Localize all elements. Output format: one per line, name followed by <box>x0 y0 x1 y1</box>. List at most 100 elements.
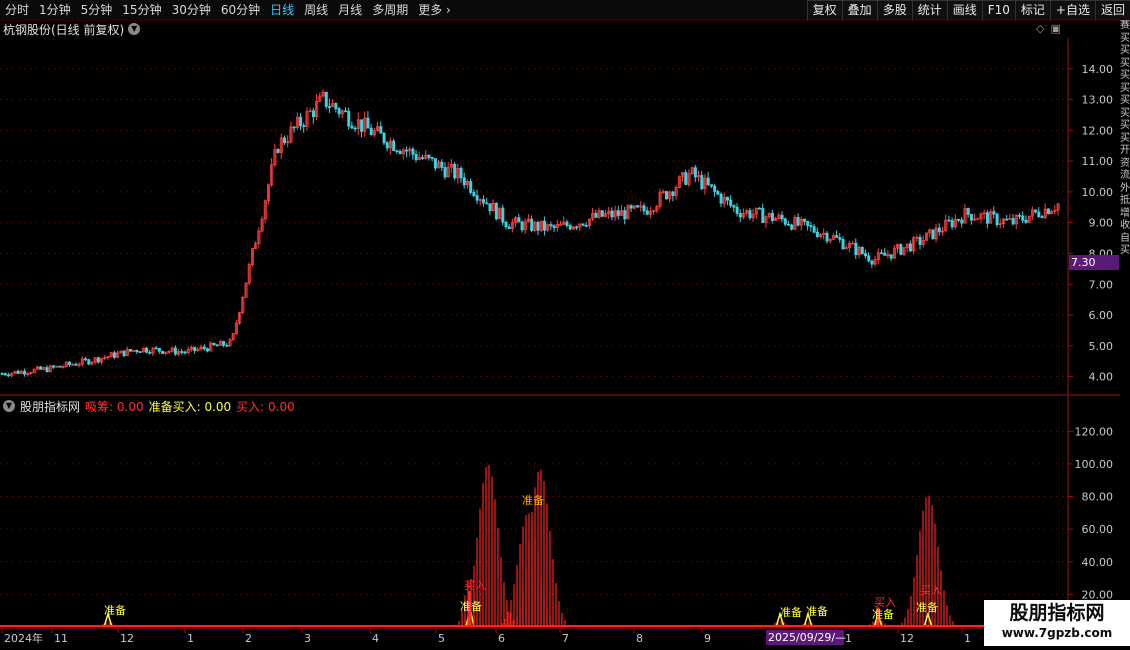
candle-body <box>780 214 784 220</box>
candle-body <box>411 148 415 155</box>
candle-body <box>344 110 348 113</box>
candle-body <box>883 252 887 256</box>
candle-body <box>1018 214 1022 217</box>
time-tick-label: 8 <box>636 632 643 645</box>
indicator-annotation: 买入 <box>464 579 486 592</box>
strip-char: 流 <box>1120 170 1130 181</box>
candle-body <box>292 126 296 129</box>
candle-body <box>543 220 547 231</box>
candle-body <box>854 242 858 256</box>
candle-body <box>122 350 126 357</box>
candle-body <box>584 224 588 227</box>
candle-body <box>302 125 306 128</box>
candle-body <box>738 213 742 218</box>
price-tick-label: 10.00 <box>1082 186 1114 199</box>
candle-body <box>430 157 434 159</box>
candle-body <box>709 184 713 187</box>
indicator-tick-label: 40.00 <box>1082 556 1114 569</box>
candle-body <box>838 237 842 240</box>
grid <box>0 68 1068 595</box>
candle-body <box>806 220 810 227</box>
chevron-down-icon[interactable]: ▼ <box>3 400 15 412</box>
chart-area[interactable]: 14.0013.0012.0011.0010.009.008.007.006.0… <box>0 0 1130 650</box>
candle-body <box>392 140 396 152</box>
candle-body <box>725 196 729 201</box>
candle-body <box>443 167 447 178</box>
time-tick-label: 7 <box>562 632 569 645</box>
candle-body <box>966 208 970 215</box>
candle-body <box>504 221 508 228</box>
candle-body <box>758 207 762 210</box>
indicator-value-buy: 买入: 0.00 <box>236 399 295 414</box>
candle-body <box>180 351 184 353</box>
indicator-annotation: 准备 <box>916 600 938 614</box>
candle-body <box>985 212 989 224</box>
strip-char: 资 <box>1120 157 1130 169</box>
candle-body <box>870 260 874 265</box>
candle-body <box>642 205 646 212</box>
candle-body <box>337 108 341 115</box>
candle-body <box>327 106 331 108</box>
candle-body <box>482 199 486 204</box>
candle-body <box>353 127 357 130</box>
strip-char: 自 <box>1120 232 1130 244</box>
strip-char: 买 <box>1120 32 1130 44</box>
candle-body <box>68 361 72 366</box>
candle-body <box>421 157 425 159</box>
candle-body <box>610 210 614 218</box>
candle-body <box>145 347 149 353</box>
candle-body <box>636 205 640 208</box>
candle-body <box>735 206 739 214</box>
time-tick-label: 4 <box>372 632 379 645</box>
candle-body <box>867 255 871 262</box>
candle-body <box>347 110 351 127</box>
candle-body <box>880 252 884 255</box>
candle-body <box>360 119 364 132</box>
strip-char: 买 <box>1120 70 1130 81</box>
indicator-annotation: 准备 <box>460 599 482 613</box>
candle-body <box>783 218 787 225</box>
candle-body <box>889 254 893 259</box>
candle-body <box>976 218 980 221</box>
candle-body <box>616 210 620 216</box>
candle-body <box>469 181 473 193</box>
candle-body <box>568 225 572 230</box>
candle-body <box>918 236 922 245</box>
time-tick-label: 3 <box>304 632 311 645</box>
candle-body <box>812 226 816 233</box>
crosshair-date-tag: 2025/09/29/— <box>766 630 847 645</box>
candle-body <box>128 349 132 352</box>
candle-body <box>366 117 370 129</box>
candle-body <box>719 193 723 204</box>
candle-body <box>0 373 4 375</box>
candle-body <box>494 202 498 220</box>
candle-body <box>748 210 752 219</box>
candle-body <box>154 347 158 350</box>
candle-body <box>815 231 819 238</box>
time-tick-label: 12 <box>120 632 134 645</box>
candle-body <box>716 191 720 195</box>
price-tick-label: 4.00 <box>1089 371 1114 384</box>
strip-char: 买 <box>1120 132 1130 144</box>
candle-body <box>786 223 790 226</box>
candle-body <box>1011 218 1015 225</box>
candle-body <box>1034 209 1038 213</box>
candle-body <box>623 210 627 220</box>
candle-body <box>459 167 463 179</box>
candle-body <box>283 137 287 144</box>
candle-body <box>395 150 399 153</box>
strip-char: 买 <box>1120 245 1130 256</box>
price-tick-label: 5.00 <box>1089 340 1114 353</box>
candle-body <box>536 221 540 231</box>
candle-body <box>992 211 996 215</box>
current-price-tag: 7.30 <box>1069 255 1119 270</box>
time-tick-label: 6 <box>498 632 505 645</box>
time-tick-label: 2 <box>245 632 252 645</box>
candle-body <box>202 346 206 350</box>
candle-body <box>969 213 973 221</box>
candle-body <box>405 149 409 152</box>
indicator-annotation: 准备 <box>104 603 126 617</box>
candle-body <box>629 205 633 209</box>
candle-body <box>957 218 961 221</box>
candle-body <box>334 103 338 110</box>
